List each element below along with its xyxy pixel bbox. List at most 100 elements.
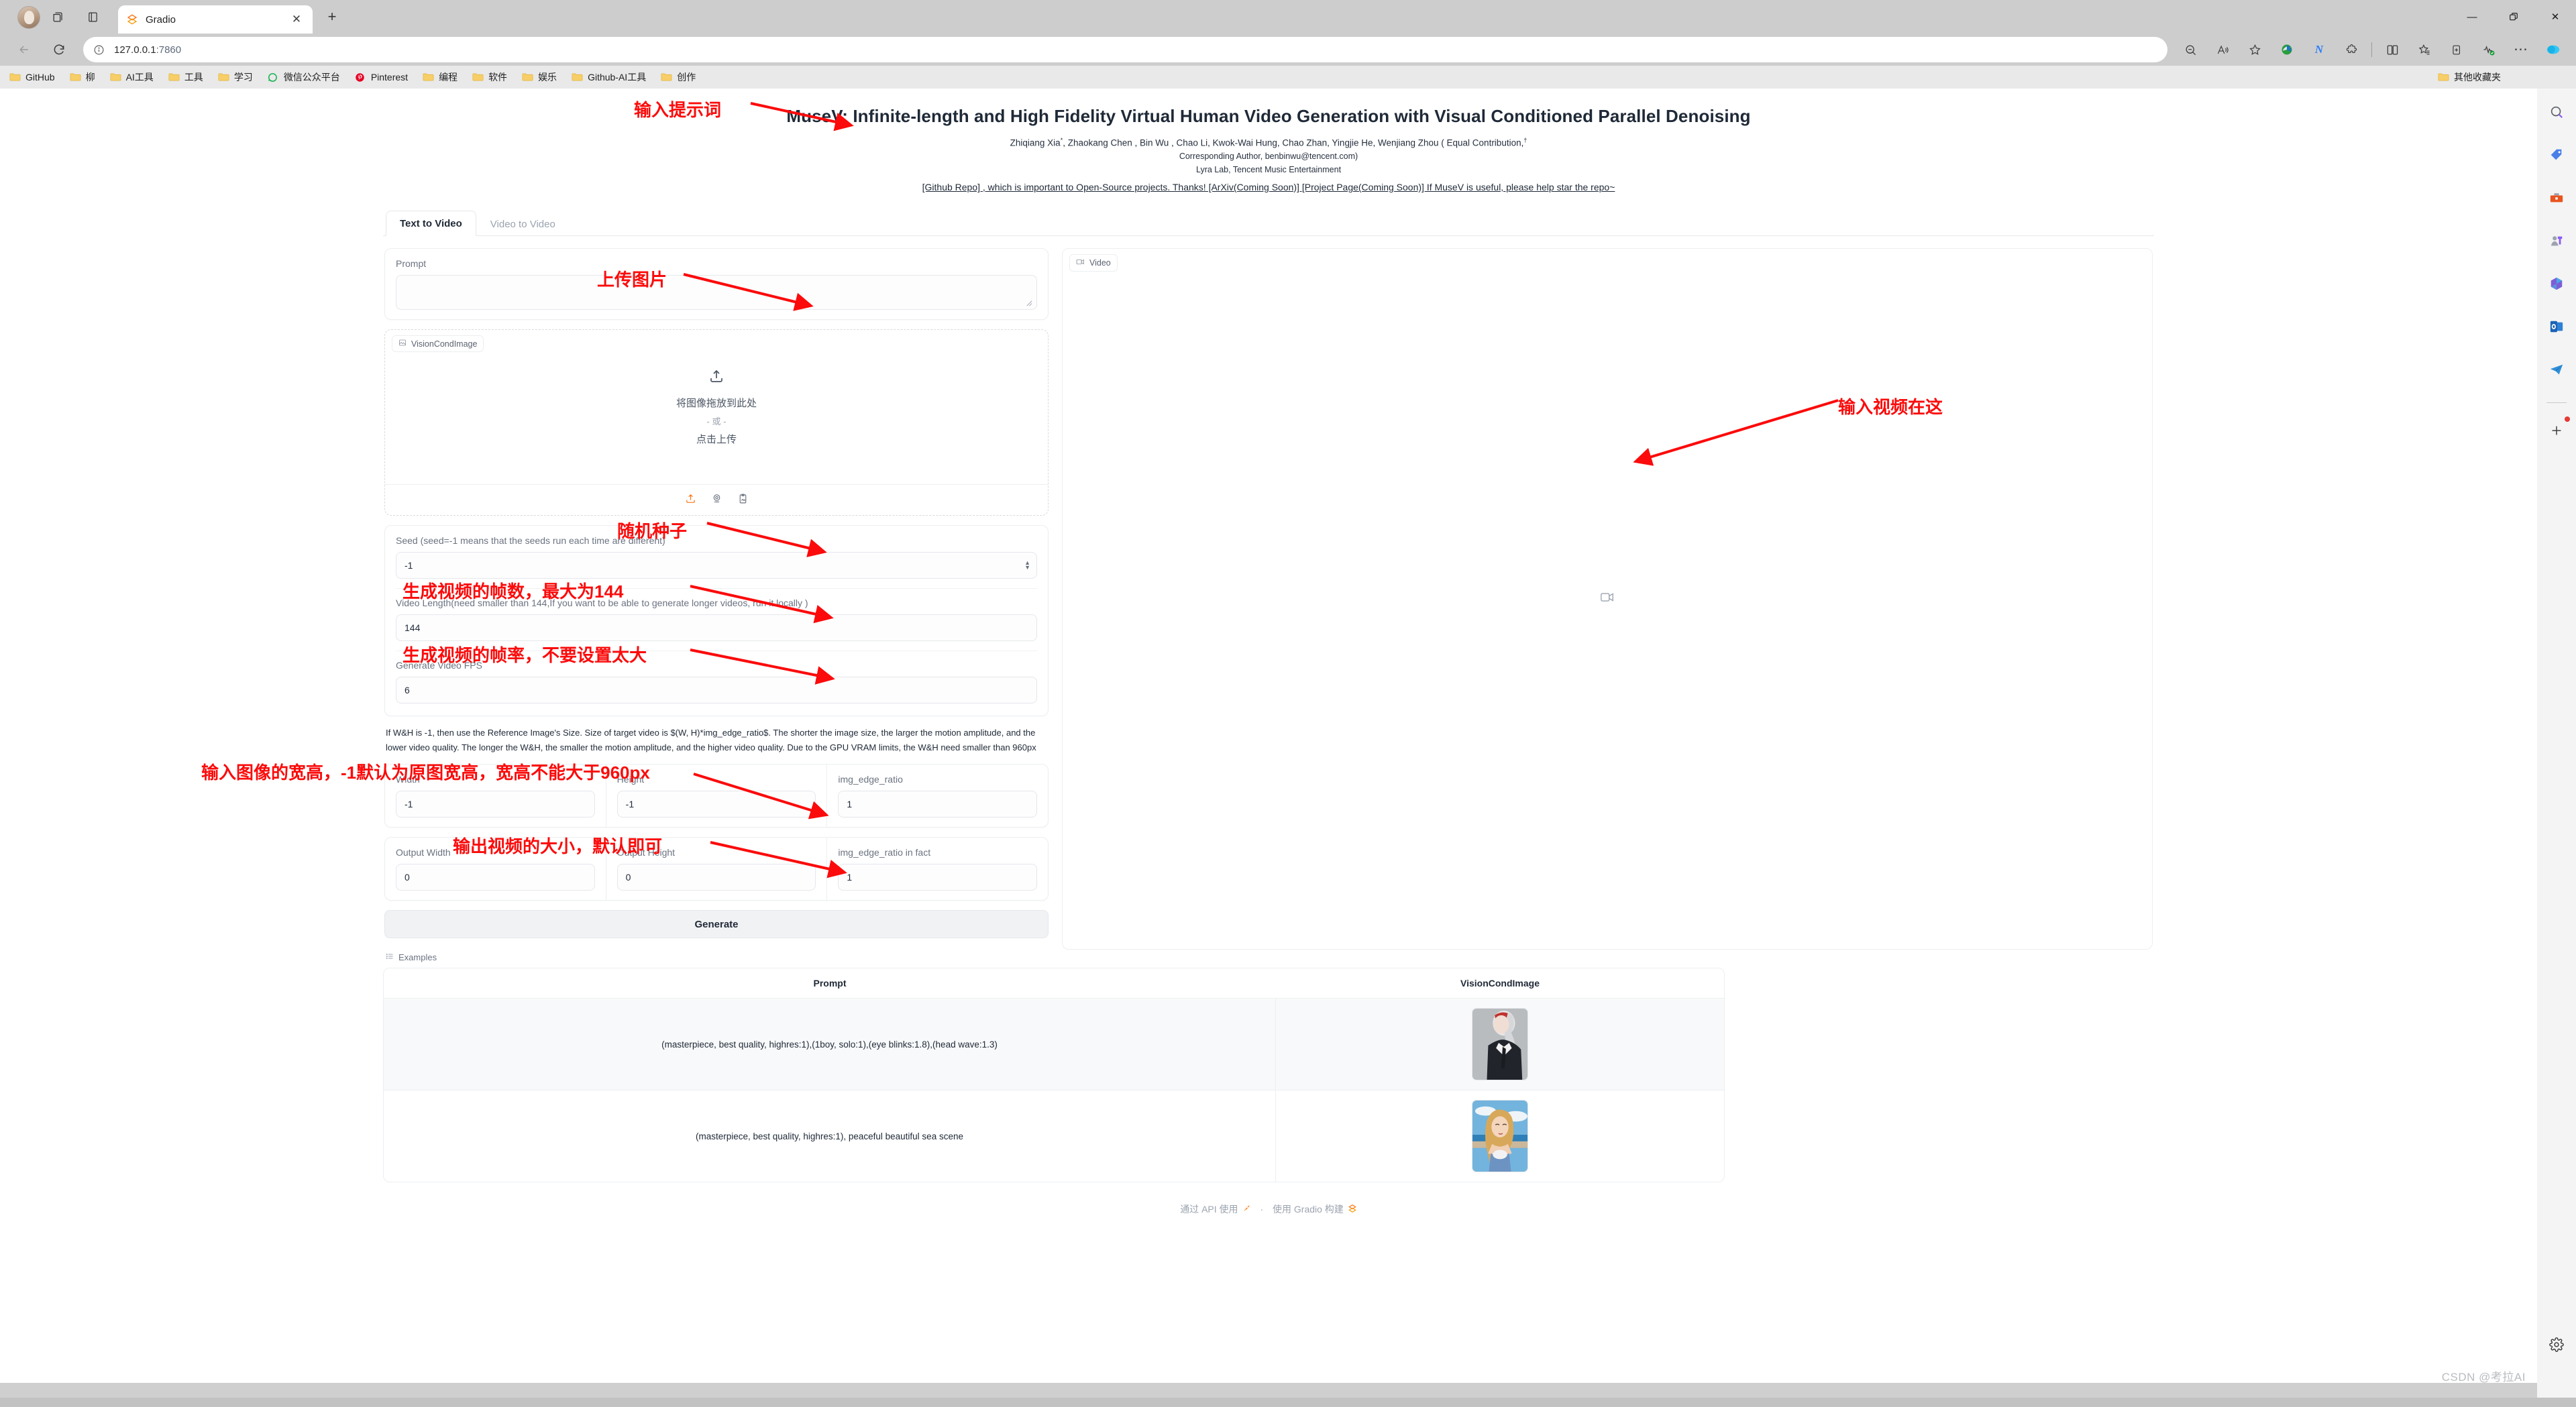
close-icon[interactable]: ✕ bbox=[288, 11, 305, 27]
bookmark-item[interactable]: 工具 bbox=[168, 70, 203, 84]
clipboard-icon[interactable] bbox=[737, 493, 749, 508]
video-output-card[interactable]: Video bbox=[1062, 248, 2153, 950]
page-viewport: MuseV: Infinite-length and High Fidelity… bbox=[0, 89, 2537, 1383]
games-icon[interactable] bbox=[2544, 228, 2569, 254]
bookmark-item[interactable]: 编程 bbox=[423, 70, 458, 84]
tab-video-to-video[interactable]: Video to Video bbox=[476, 211, 570, 236]
bookmark-item[interactable]: AI工具 bbox=[110, 70, 154, 84]
bookmarks-bar: GitHub 柳 AI工具 工具 学习 微信公众平台 Pinterest 编程 … bbox=[0, 66, 2576, 89]
toolbox-icon[interactable] bbox=[2544, 185, 2569, 211]
favorite-star-icon[interactable] bbox=[2242, 37, 2267, 62]
annotation-upload: 上传图片 bbox=[597, 266, 814, 311]
folder-icon bbox=[423, 72, 434, 82]
vision-cond-image-card[interactable]: VisionCondImage 将图像拖放到此处 - 或 - 点击上传 bbox=[384, 329, 1049, 516]
folder-icon bbox=[70, 72, 81, 82]
generate-button[interactable]: Generate bbox=[384, 910, 1049, 939]
vertical-tabs-icon[interactable] bbox=[81, 5, 104, 28]
maximize-icon[interactable] bbox=[2493, 0, 2534, 34]
upload-icon[interactable] bbox=[685, 493, 696, 508]
window-controls: — ✕ bbox=[2451, 0, 2576, 34]
idm-extension-icon[interactable] bbox=[2274, 37, 2300, 62]
seed-stepper[interactable]: ▲ ▼ bbox=[1024, 560, 1030, 571]
windows-taskbar bbox=[0, 1398, 2576, 1407]
paper-links[interactable]: [Github Repo] , which is important to Op… bbox=[383, 182, 2154, 192]
bookmark-item[interactable]: 学习 bbox=[218, 70, 253, 84]
tab-collections-icon[interactable] bbox=[46, 5, 69, 28]
browser-tab-gradio[interactable]: Gradio ✕ bbox=[118, 5, 313, 34]
annotation-wh: 输入图像的宽高，-1默认为原图宽高，宽高不能大于960px bbox=[201, 759, 829, 820]
bookmark-item[interactable]: 娱乐 bbox=[522, 70, 557, 84]
annotation-upload-text: 上传图片 bbox=[597, 270, 667, 290]
site-info-icon[interactable] bbox=[89, 40, 109, 60]
built-with-gradio-link[interactable]: 使用 Gradio 构建 bbox=[1273, 1202, 1357, 1216]
read-aloud-icon[interactable] bbox=[2210, 37, 2235, 62]
upload-dropzone[interactable]: 将图像拖放到此处 - 或 - 点击上传 bbox=[385, 330, 1048, 484]
table-row[interactable]: (masterpiece, best quality, highres:1), … bbox=[384, 1090, 1724, 1182]
add-tab-group-icon[interactable] bbox=[2444, 37, 2469, 62]
zoom-out-icon[interactable] bbox=[2178, 37, 2203, 62]
woman-beach-thumbnail[interactable] bbox=[1472, 1100, 1528, 1173]
annotation-fps-text: 生成视频的帧率，不要设置太大 bbox=[402, 645, 647, 665]
bookmark-item[interactable]: Github-AI工具 bbox=[572, 70, 646, 84]
video-output-label-text: Video bbox=[1089, 258, 1111, 268]
anime-boy-suit-thumbnail[interactable] bbox=[1472, 1008, 1528, 1081]
search-icon[interactable] bbox=[2544, 99, 2569, 125]
outlook-icon[interactable] bbox=[2544, 314, 2569, 339]
add-sidebar-app-icon[interactable] bbox=[2544, 416, 2570, 443]
bookmark-label: 工具 bbox=[184, 72, 203, 82]
bookmark-item[interactable]: 软件 bbox=[472, 70, 507, 84]
telegram-icon[interactable] bbox=[2544, 357, 2569, 382]
bookmark-item[interactable]: 创作 bbox=[661, 70, 696, 84]
width-input[interactable]: -1 bbox=[396, 791, 595, 818]
author-first: Zhiqiang Xia bbox=[1010, 137, 1061, 148]
notion-extension-icon[interactable]: N bbox=[2306, 37, 2332, 62]
rocket-icon bbox=[1242, 1204, 1251, 1215]
repo-links-text[interactable]: [Github Repo] , which is important to Op… bbox=[922, 182, 1615, 192]
browser-essentials-icon[interactable] bbox=[2476, 37, 2502, 62]
folder-icon bbox=[168, 72, 180, 82]
output-width-input[interactable]: 0 bbox=[396, 864, 595, 891]
back-icon[interactable] bbox=[11, 36, 38, 63]
extensions-puzzle-icon[interactable] bbox=[2339, 37, 2364, 62]
webcam-icon[interactable] bbox=[711, 493, 722, 508]
collections-icon[interactable] bbox=[2412, 37, 2437, 62]
close-window-icon[interactable]: ✕ bbox=[2534, 0, 2576, 34]
edge-sidebar bbox=[2537, 89, 2576, 1407]
gradio-footer: 通过 API 使用 · 使用 Gradio 构建 bbox=[383, 1182, 2154, 1223]
shopping-tag-icon[interactable] bbox=[2544, 142, 2569, 168]
table-row[interactable]: (masterpiece, best quality, highres:1),(… bbox=[384, 999, 1724, 1091]
resize-grip-icon[interactable] bbox=[1025, 299, 1033, 307]
new-tab-button[interactable]: + bbox=[321, 5, 343, 28]
wh-help-text: If W&H is -1, then use the Reference Ima… bbox=[386, 728, 1036, 752]
annotation-prompt: 输入提示词 bbox=[634, 97, 854, 131]
other-bookmarks-item[interactable]: 其他收藏夹 bbox=[2438, 70, 2501, 84]
split-screen-icon[interactable] bbox=[2379, 37, 2405, 62]
bookmark-item[interactable]: Pinterest bbox=[355, 72, 408, 82]
use-via-api-link[interactable]: 通过 API 使用 bbox=[1180, 1202, 1250, 1216]
toolbar-divider bbox=[2371, 42, 2372, 57]
img-edge-ratio-in-fact-input[interactable]: 1 bbox=[838, 864, 1038, 891]
examples-label-text: Examples bbox=[398, 952, 437, 963]
annotation-length: 生成视频的帧数，最大为144 bbox=[402, 578, 834, 624]
annotation-wh-text: 输入图像的宽高，-1默认为原图宽高，宽高不能大于960px bbox=[201, 763, 650, 783]
gear-icon[interactable] bbox=[2544, 1332, 2569, 1357]
minimize-icon[interactable]: — bbox=[2451, 0, 2493, 34]
tab-text-to-video[interactable]: Text to Video bbox=[386, 211, 476, 237]
copilot-icon[interactable] bbox=[2540, 37, 2566, 62]
upload-icon bbox=[708, 368, 724, 388]
address-bar[interactable]: 127.0.0.1:7860 bbox=[83, 37, 2167, 62]
browser-window: Gradio ✕ + — ✕ 127.0.0.1:7860 N ⋯ GitHub… bbox=[0, 0, 2576, 1407]
microsoft-365-icon[interactable] bbox=[2544, 271, 2569, 296]
profile-avatar[interactable] bbox=[17, 6, 40, 29]
bookmark-item[interactable]: 柳 bbox=[70, 70, 95, 84]
bookmark-item[interactable]: 微信公众平台 bbox=[268, 70, 340, 84]
authors-block: Zhiqiang Xia*, Zhaokang Chen , Bin Wu , … bbox=[383, 136, 2154, 176]
example-image-cell bbox=[1276, 999, 1724, 1090]
bookmark-item[interactable]: GitHub bbox=[9, 72, 55, 82]
annotation-fps: 生成视频的帧率，不要设置太大 bbox=[402, 642, 835, 685]
reload-icon[interactable] bbox=[46, 36, 72, 63]
annotation-output: 输出视频的大小，默认即可 bbox=[453, 833, 847, 879]
img-edge-ratio-input[interactable]: 1 bbox=[838, 791, 1038, 818]
more-options-icon[interactable]: ⋯ bbox=[2508, 37, 2534, 62]
click-upload-text: 点击上传 bbox=[696, 434, 737, 446]
